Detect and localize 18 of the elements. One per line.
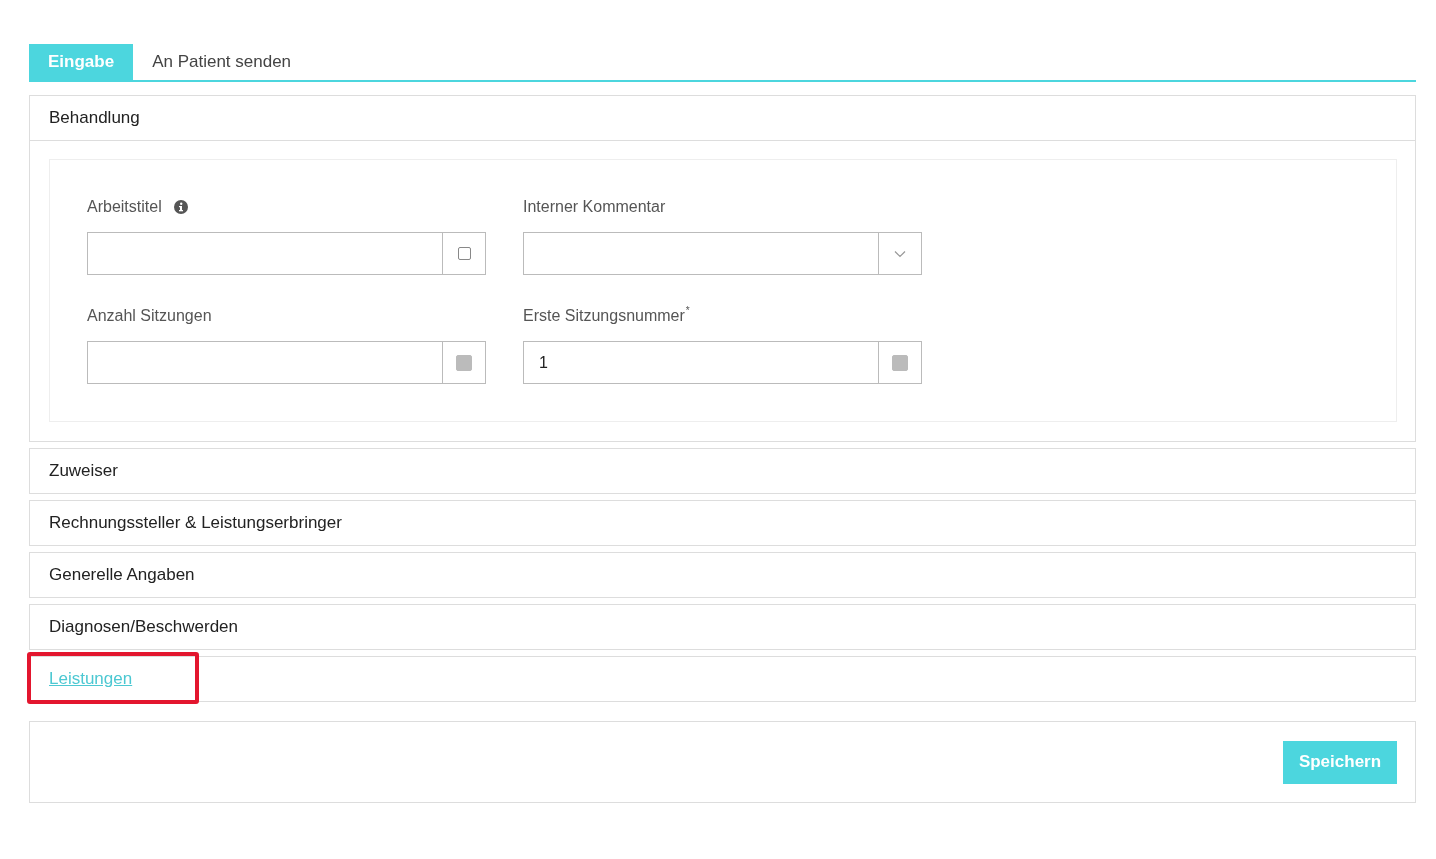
chevron-down-icon[interactable]: [894, 249, 906, 258]
section-title[interactable]: Diagnosen/Beschwerden: [49, 617, 238, 637]
section-title[interactable]: Rechnungssteller & Leistungserbringer: [49, 513, 342, 533]
section-title[interactable]: Zuweiser: [49, 461, 118, 481]
info-icon[interactable]: [173, 200, 188, 214]
tab[interactable]: An Patient senden: [133, 44, 311, 80]
field-label: Erste Sitzungsnummer: [523, 307, 685, 325]
input-field[interactable]: [87, 232, 443, 275]
section-title[interactable]: Generelle Angaben: [49, 565, 195, 585]
dropdown-field[interactable]: [523, 232, 879, 275]
field-label: Arbeitstitel: [87, 198, 162, 216]
checkbox[interactable]: [457, 247, 471, 260]
dropdown-button[interactable]: [879, 232, 922, 275]
field-label: Anzahl Sitzungen: [87, 307, 212, 325]
required-mark: *: [685, 305, 690, 316]
field-label: Interner Kommentar: [523, 198, 666, 216]
input-field[interactable]: [87, 341, 443, 384]
section-title[interactable]: Behandlung: [49, 108, 140, 128]
